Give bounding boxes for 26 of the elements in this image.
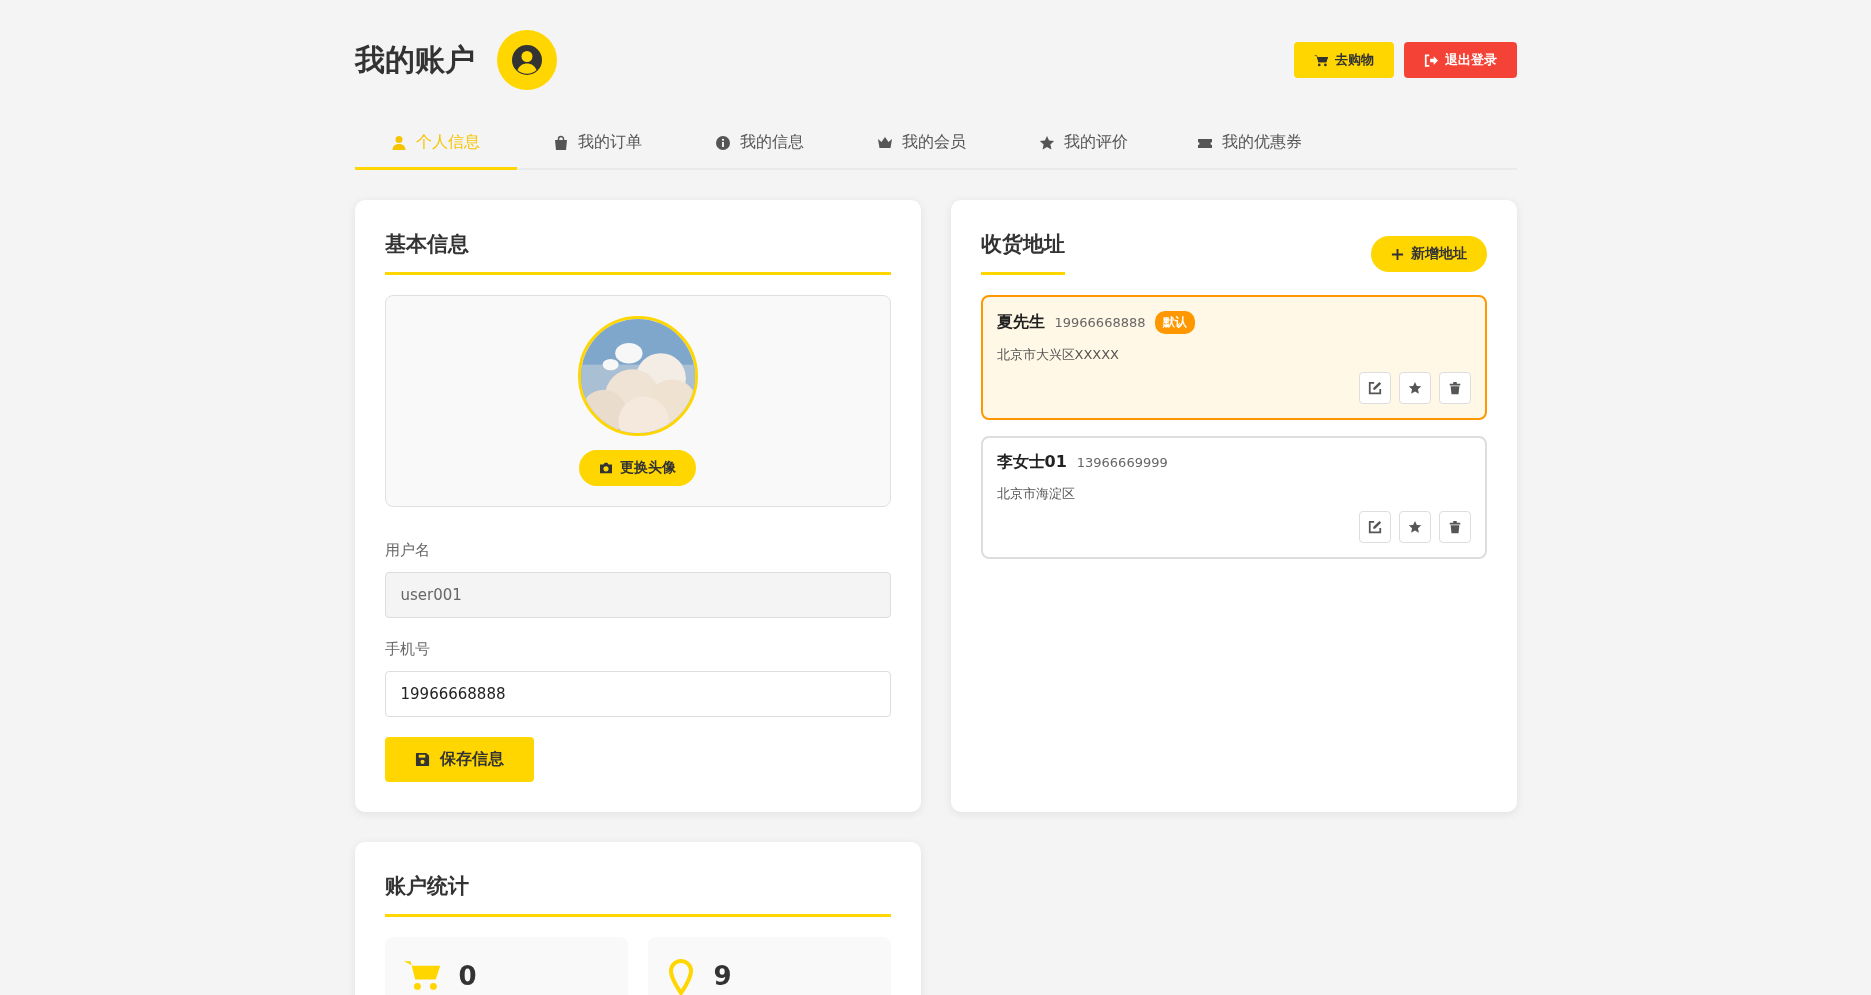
add-address-button[interactable]: 新增地址 <box>1370 236 1487 272</box>
save-button[interactable]: 保存信息 <box>384 737 534 782</box>
phone-number: 19966668888 <box>1054 315 1146 330</box>
address-text: 北京市海淀区 <box>996 485 1076 503</box>
field-label: 用户名 <box>384 541 431 560</box>
section-title: 收货地址 <box>980 231 1065 258</box>
tab[interactable]: 我的会员 <box>840 118 1003 170</box>
tab[interactable]: 我的评价 <box>1002 118 1165 170</box>
section-title: 基本信息 <box>384 231 470 258</box>
phone-number: 13966669999 <box>1076 455 1168 470</box>
tab[interactable]: 我的信息 <box>678 118 841 170</box>
address-text: 北京市大兴区XXXXX <box>996 346 1121 364</box>
field-label: 手机号 <box>384 640 431 659</box>
section-title: 账户统计 <box>384 873 470 900</box>
stat-value: 9 <box>713 963 732 989</box>
default-badge: 默认 <box>1155 311 1196 334</box>
change-avatar-button[interactable]: 更换头像 <box>579 450 696 486</box>
shop-button[interactable]: 去购物 <box>1293 42 1394 78</box>
tab[interactable]: 我的订单 <box>516 118 679 170</box>
recipient-name: 夏先生 <box>996 312 1045 333</box>
recipient-name: 李女士01 <box>996 452 1067 473</box>
input-field[interactable]: 19966668888 <box>384 671 891 717</box>
logout-button[interactable]: 退出登录 <box>1403 42 1517 78</box>
tab[interactable]: 我的优惠券 <box>1164 118 1334 170</box>
stat-value: 0 <box>458 963 477 989</box>
page-title: 我的账户 <box>354 40 475 79</box>
